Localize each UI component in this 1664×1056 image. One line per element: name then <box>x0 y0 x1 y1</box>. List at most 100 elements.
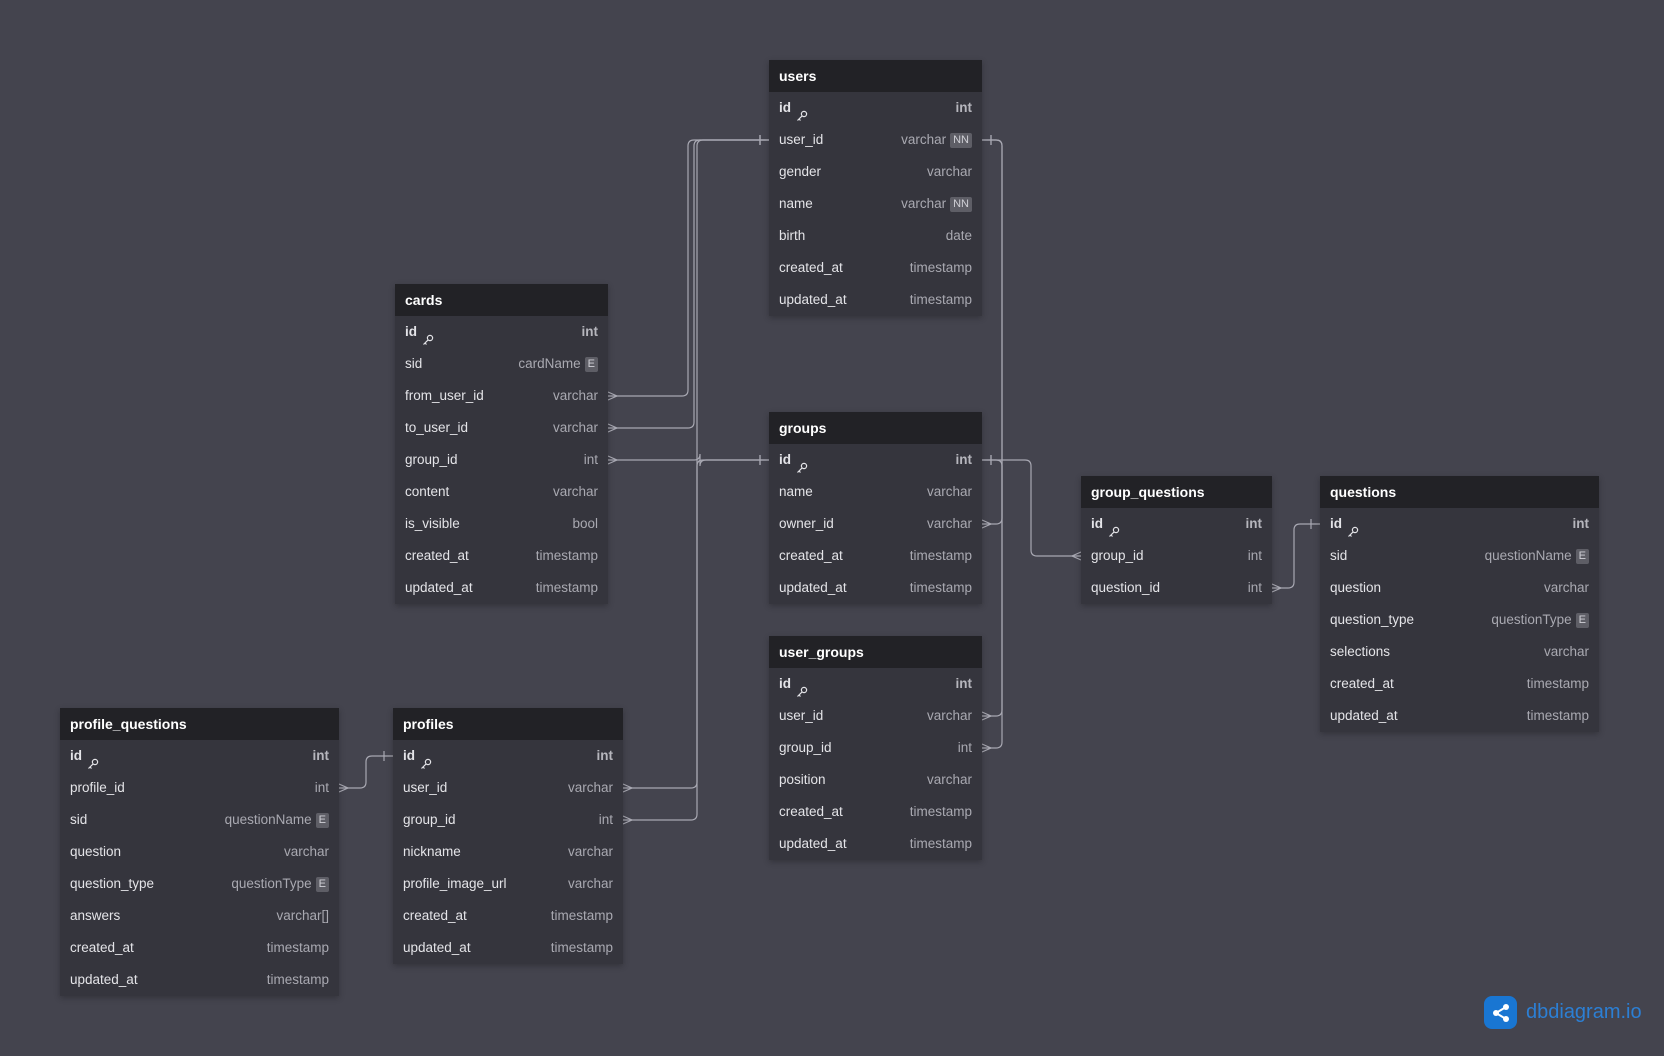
field-row[interactable]: created_at timestamp <box>60 932 339 964</box>
table-header[interactable]: profile_questions <box>60 708 339 740</box>
field-row[interactable]: created_at timestamp <box>769 252 982 284</box>
field-row[interactable]: question_type questionType E <box>60 868 339 900</box>
field-type: int <box>957 740 972 755</box>
field-row[interactable]: created_at timestamp <box>393 900 623 932</box>
field-row[interactable]: created_at timestamp <box>769 540 982 572</box>
field-row[interactable]: group_id int <box>395 444 608 476</box>
diagram-canvas[interactable]: users id int user_id varchar NN gender varchar n… <box>0 0 1664 1056</box>
field-name-group: name <box>779 188 813 220</box>
field-row[interactable]: birth date <box>769 220 982 252</box>
field-row[interactable]: group_id int <box>769 732 982 764</box>
field-row[interactable]: updated_at timestamp <box>393 932 623 964</box>
field-row[interactable]: user_id varchar <box>769 700 982 732</box>
field-row[interactable]: name varchar <box>769 476 982 508</box>
brand-logo[interactable]: dbdiagram.io <box>1484 996 1642 1029</box>
table-header[interactable]: questions <box>1320 476 1599 508</box>
field-row[interactable]: answers varchar[] <box>60 900 339 932</box>
field-row[interactable]: updated_at timestamp <box>60 964 339 996</box>
field-type-group: timestamp <box>910 284 972 316</box>
table-group-questions[interactable]: group_questions id int group_id int question_… <box>1081 476 1272 604</box>
table-header[interactable]: group_questions <box>1081 476 1272 508</box>
field-row[interactable]: id int <box>395 316 608 348</box>
field-name: group_id <box>1091 548 1144 563</box>
field-name: group_id <box>405 452 458 467</box>
field-row[interactable]: question_type questionType E <box>1320 604 1599 636</box>
field-row[interactable]: user_id varchar NN <box>769 124 982 156</box>
field-row[interactable]: group_id int <box>393 804 623 836</box>
field-row[interactable]: id int <box>393 740 623 772</box>
field-row[interactable]: id int <box>1081 508 1272 540</box>
field-row[interactable]: sid questionName E <box>1320 540 1599 572</box>
enum-badge: E <box>584 356 598 372</box>
field-row[interactable]: is_visible bool <box>395 508 608 540</box>
table-header[interactable]: cards <box>395 284 608 316</box>
table-groups[interactable]: groups id int name varchar owner_id varchar cre… <box>769 412 982 604</box>
edge-cards-group-many-end <box>607 455 619 465</box>
field-row[interactable]: group_id int <box>1081 540 1272 572</box>
field-row[interactable]: updated_at timestamp <box>769 828 982 860</box>
field-row[interactable]: updated_at timestamp <box>769 284 982 316</box>
table-profile-questions[interactable]: profile_questions id int profile_id int sid qu… <box>60 708 339 996</box>
field-type-group: questionType E <box>231 868 329 900</box>
table-header[interactable]: groups <box>769 412 982 444</box>
field-name-group: question <box>1330 572 1381 604</box>
field-row[interactable]: nickname varchar <box>393 836 623 868</box>
field-name: selections <box>1330 644 1391 659</box>
table-header[interactable]: users <box>769 60 982 92</box>
table-users[interactable]: users id int user_id varchar NN gender varchar n… <box>769 60 982 316</box>
field-row[interactable]: user_id varchar <box>393 772 623 804</box>
field-row[interactable]: profile_image_url varchar <box>393 868 623 900</box>
table-questions[interactable]: questions id int sid questionName Equestion va… <box>1320 476 1599 732</box>
field-row[interactable]: sid cardName E <box>395 348 608 380</box>
field-type-group: varchar <box>553 476 598 508</box>
field-type: int <box>955 452 973 467</box>
table-profiles[interactable]: profiles id int user_id varchar group_id int ni… <box>393 708 623 964</box>
field-row[interactable]: id int <box>769 444 982 476</box>
field-type-group: timestamp <box>910 828 972 860</box>
field-row[interactable]: created_at timestamp <box>769 796 982 828</box>
field-type: timestamp <box>535 580 598 595</box>
edge-groupquestions-group <box>982 459 1081 557</box>
field-row[interactable]: question varchar <box>60 836 339 868</box>
field-row[interactable]: question varchar <box>1320 572 1599 604</box>
enum-badge: E <box>315 812 329 828</box>
field-type-group: timestamp <box>910 572 972 604</box>
edge-profiles-group-many-end <box>622 815 634 825</box>
field-type-group: timestamp <box>910 540 972 572</box>
field-name: group_id <box>779 740 832 755</box>
field-row[interactable]: position varchar <box>769 764 982 796</box>
field-row[interactable]: updated_at timestamp <box>769 572 982 604</box>
field-row[interactable]: created_at timestamp <box>1320 668 1599 700</box>
field-row[interactable]: id int <box>769 668 982 700</box>
field-row[interactable]: id int <box>769 92 982 124</box>
field-row[interactable]: gender varchar <box>769 156 982 188</box>
edge-usergroups-user <box>982 139 1003 717</box>
field-row[interactable]: content varchar <box>395 476 608 508</box>
field-row[interactable]: profile_id int <box>60 772 339 804</box>
table-user-groups[interactable]: user_groups id int user_id varchar group_id in… <box>769 636 982 860</box>
table-header[interactable]: profiles <box>393 708 623 740</box>
field-type-group: int <box>956 668 973 700</box>
field-row[interactable]: name varchar NN <box>769 188 982 220</box>
field-row[interactable]: to_user_id varchar <box>395 412 608 444</box>
field-row[interactable]: id int <box>1320 508 1599 540</box>
field-row[interactable]: created_at timestamp <box>395 540 608 572</box>
field-type: timestamp <box>909 836 972 851</box>
field-row[interactable]: selections varchar <box>1320 636 1599 668</box>
table-header[interactable]: user_groups <box>769 636 982 668</box>
field-name: from_user_id <box>405 388 484 403</box>
field-row[interactable]: from_user_id varchar <box>395 380 608 412</box>
field-type: timestamp <box>909 292 972 307</box>
edge-cards-from-user-many-end <box>607 391 619 401</box>
field-row[interactable]: updated_at timestamp <box>395 572 608 604</box>
field-type-group: varchar <box>927 156 972 188</box>
field-row[interactable]: updated_at timestamp <box>1320 700 1599 732</box>
field-row[interactable]: question_id int <box>1081 572 1272 604</box>
field-type: questionType <box>231 876 312 891</box>
field-row[interactable]: owner_id varchar <box>769 508 982 540</box>
table-cards[interactable]: cards id int sid cardName Efrom_user_id varcha… <box>395 284 608 604</box>
field-row[interactable]: id int <box>60 740 339 772</box>
field-row[interactable]: sid questionName E <box>60 804 339 836</box>
field-name: updated_at <box>1330 708 1398 723</box>
field-type-group: timestamp <box>267 964 329 996</box>
